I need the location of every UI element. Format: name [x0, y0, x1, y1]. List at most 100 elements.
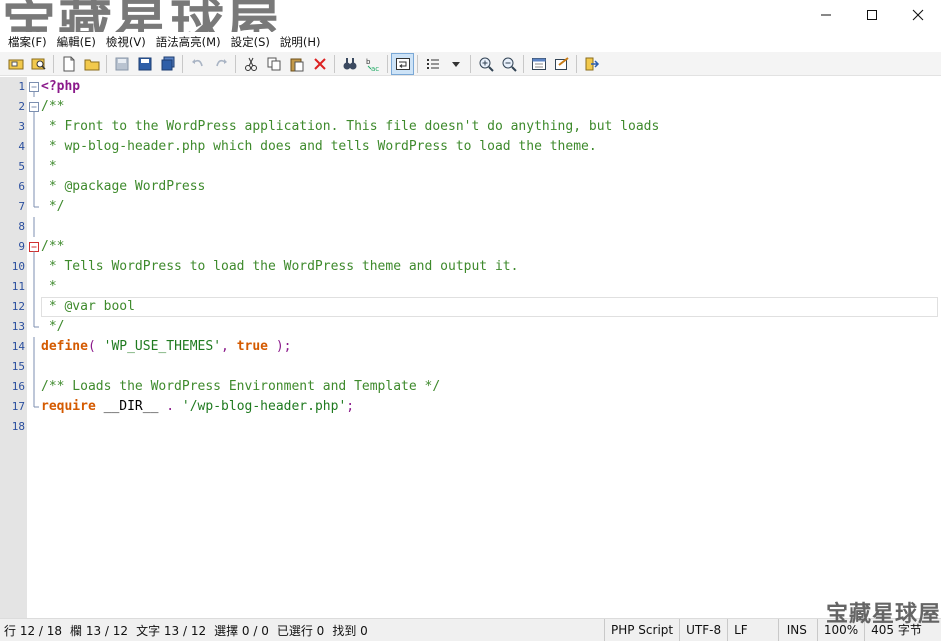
replace-icon: bac	[366, 58, 379, 72]
new-file-button[interactable]	[57, 53, 80, 75]
code-line[interactable]: 1 <?php	[0, 77, 941, 97]
maximize-icon	[867, 10, 877, 20]
code-token: * Tells WordPress to load the WordPress …	[41, 259, 519, 274]
menu-settings[interactable]: 設定(S)	[227, 34, 274, 50]
code-area[interactable]: 1 <?php 2 /** 3 * Front to the WordPress app…	[0, 77, 941, 437]
close-button[interactable]	[895, 0, 941, 30]
new-window-button[interactable]	[4, 53, 27, 75]
code-line[interactable]: 12 * @var bool	[0, 297, 941, 317]
save-gray-button[interactable]	[110, 53, 133, 75]
code-line[interactable]: 16 /** Loads the WordPress Environment an…	[0, 377, 941, 397]
cut-button[interactable]	[239, 53, 262, 75]
list-dropdown-button[interactable]	[444, 53, 467, 75]
scheme-button[interactable]	[527, 53, 550, 75]
list-button[interactable]	[421, 53, 444, 75]
redo-icon	[215, 58, 227, 66]
fold-toggle-icon[interactable]	[29, 77, 40, 97]
find-button[interactable]	[338, 53, 361, 75]
settings-button[interactable]	[550, 53, 573, 75]
code-token: * @var bool	[41, 299, 135, 314]
status-encoding[interactable]: UTF-8	[679, 619, 727, 641]
code-line[interactable]: 9 /**	[0, 237, 941, 257]
code-token: define	[41, 339, 88, 354]
line-number: 18	[11, 420, 25, 433]
status-column: 欄 13 / 12	[70, 623, 129, 638]
code-token: * @package WordPress	[41, 179, 206, 194]
save-all-button[interactable]	[156, 53, 179, 75]
code-text: * wp-blog-header.php which does and tell…	[41, 137, 597, 157]
status-eol[interactable]: LF	[727, 619, 778, 641]
code-token: *	[41, 279, 57, 294]
menu-file[interactable]: 檔案(F)	[4, 34, 51, 50]
fold-toggle-icon[interactable]	[29, 237, 40, 257]
menu-view[interactable]: 檢視(V)	[102, 34, 150, 50]
line-number: 11	[11, 280, 25, 293]
line-number: 15	[11, 360, 25, 373]
redo-button[interactable]	[209, 53, 232, 75]
delete-button[interactable]	[308, 53, 331, 75]
status-char: 文字 13 / 12	[136, 623, 207, 638]
status-found: 找到 0	[332, 623, 368, 638]
word-wrap-button[interactable]	[391, 52, 414, 75]
zoom-out-button[interactable]	[497, 53, 520, 75]
fold-toggle-icon[interactable]	[29, 97, 40, 117]
undo-icon	[191, 58, 203, 66]
list-icon	[426, 58, 439, 69]
replace-button[interactable]: b ac	[361, 53, 384, 75]
fold-line-icon	[29, 257, 40, 277]
copy-icon	[267, 57, 280, 70]
code-token: * wp-blog-header.php which does and tell…	[41, 139, 597, 154]
zoom-in-button[interactable]	[474, 53, 497, 75]
menu-help[interactable]: 說明(H)	[276, 34, 325, 50]
code-line[interactable]: 18	[0, 417, 941, 437]
menu-syntax[interactable]: 語法高亮(M)	[152, 34, 225, 50]
menu-edit[interactable]: 編輯(E)	[53, 34, 100, 50]
code-line[interactable]: 14 define( 'WP_USE_THEMES', true );	[0, 337, 941, 357]
copy-button[interactable]	[262, 53, 285, 75]
toolbar: b ac	[0, 52, 941, 76]
line-number: 10	[11, 260, 25, 273]
status-selected-lines: 已選行 0	[276, 623, 325, 638]
maximize-button[interactable]	[849, 0, 895, 30]
code-line[interactable]: 6 * @package WordPress	[0, 177, 941, 197]
code-token: require	[41, 399, 96, 414]
zoom-out-icon	[502, 57, 517, 72]
status-zoom[interactable]: 100%	[816, 619, 864, 641]
code-line[interactable]: 5 *	[0, 157, 941, 177]
line-number: 12	[11, 300, 25, 313]
open-file-button[interactable]	[80, 53, 103, 75]
code-text: * Front to the WordPress application. Th…	[41, 117, 660, 137]
code-line[interactable]: 2 /**	[0, 97, 941, 117]
save-button[interactable]	[133, 53, 156, 75]
paste-button[interactable]	[285, 53, 308, 75]
code-line[interactable]: 15	[0, 357, 941, 377]
code-line[interactable]: 10 * Tells WordPress to load the WordPre…	[0, 257, 941, 277]
code-line[interactable]: 3 * Front to the WordPress application. …	[0, 117, 941, 137]
code-token: */	[41, 319, 65, 334]
code-text: * @package WordPress	[41, 177, 206, 197]
close-icon	[912, 9, 924, 21]
status-insert-mode[interactable]: INS	[777, 619, 817, 641]
find-in-files-button[interactable]	[27, 53, 50, 75]
code-editor[interactable]: 1 <?php 2 /** 3 * Front to the WordPress app…	[0, 77, 941, 618]
code-line[interactable]: 11 *	[0, 277, 941, 297]
status-bar: 行 12 / 18 欄 13 / 12 文字 13 / 12 選擇 0 / 0 …	[0, 618, 941, 641]
minimize-button[interactable]	[803, 0, 849, 30]
menu-bar: 檔案(F) 編輯(E) 檢視(V) 語法高亮(M) 設定(S) 說明(H)	[0, 32, 941, 52]
code-line[interactable]: 17 require __DIR__ . '/wp-blog-header.php…	[0, 397, 941, 417]
undo-button[interactable]	[186, 53, 209, 75]
find-icon	[343, 57, 356, 69]
code-token: );	[268, 339, 292, 354]
status-syntax[interactable]: PHP Script	[604, 619, 679, 641]
toolbar-separator	[417, 54, 418, 73]
exit-button[interactable]	[580, 53, 603, 75]
code-line[interactable]: 4 * wp-blog-header.php which does and te…	[0, 137, 941, 157]
code-line[interactable]: 8	[0, 217, 941, 237]
svg-text:ac: ac	[371, 65, 379, 72]
code-line[interactable]: 7 */	[0, 197, 941, 217]
code-line[interactable]: 13 */	[0, 317, 941, 337]
code-token: */	[41, 199, 65, 214]
toolbar-separator	[387, 54, 388, 73]
line-number: 8	[18, 220, 25, 233]
status-right: PHP Script UTF-8 LF INS 100% 405 字节	[604, 619, 928, 641]
